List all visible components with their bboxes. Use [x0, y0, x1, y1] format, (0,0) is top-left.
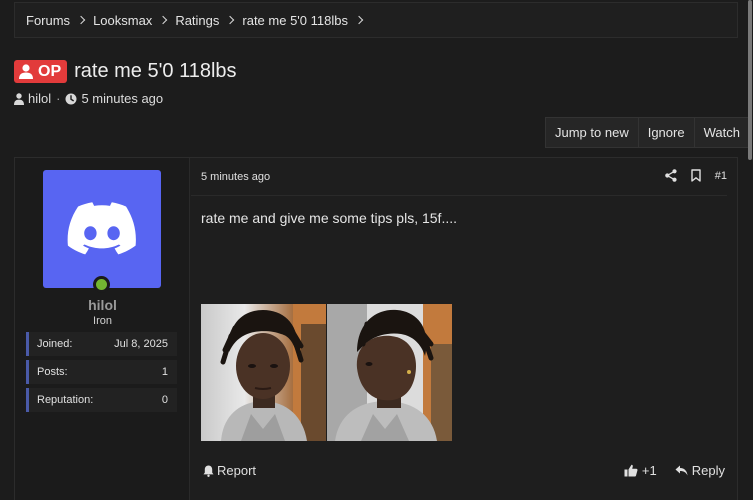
jump-to-new-button[interactable]: Jump to new: [546, 118, 639, 147]
stat-value: 1: [161, 366, 168, 378]
watch-button[interactable]: Watch: [695, 118, 749, 147]
ignore-button[interactable]: Ignore: [639, 118, 695, 147]
post-user-info: hilol Iron Joined: Jul 8, 2025 Posts: 1 …: [15, 158, 190, 500]
like-button[interactable]: +1: [624, 463, 657, 478]
thread-author[interactable]: hilol: [28, 91, 51, 106]
post: hilol Iron Joined: Jul 8, 2025 Posts: 1 …: [14, 157, 738, 500]
reply-icon: [675, 465, 688, 476]
bell-icon: [203, 465, 214, 477]
stat-joined: Joined: Jul 8, 2025: [26, 332, 177, 356]
post-number[interactable]: #1: [715, 170, 727, 182]
stat-label: Joined:: [37, 338, 73, 350]
report-label: Report: [217, 463, 257, 478]
thumbs-up-icon: [624, 464, 638, 477]
op-badge: OP: [14, 60, 68, 83]
stat-value: 0: [161, 394, 168, 406]
chevron-right-icon: [226, 15, 235, 25]
divider: [191, 195, 727, 196]
post-actions: #1: [651, 169, 727, 182]
stat-label: Posts:: [37, 366, 68, 378]
thread-time[interactable]: 5 minutes ago: [81, 91, 163, 106]
page-title: rate me 5'0 118lbs: [74, 60, 237, 82]
reply-label: Reply: [691, 463, 725, 478]
separator: ·: [56, 91, 61, 106]
post-body: rate me and give me some tips pls, 15f..…: [201, 210, 458, 226]
post-date[interactable]: 5 minutes ago: [201, 171, 270, 183]
breadcrumb-forums[interactable]: Forums: [26, 13, 70, 28]
attachment-image-1[interactable]: [201, 304, 326, 441]
stat-posts: Posts: 1: [26, 360, 177, 384]
report-button[interactable]: Report: [203, 463, 256, 478]
username[interactable]: hilol: [15, 297, 190, 313]
discord-icon: [67, 202, 136, 255]
chevron-right-icon: [76, 15, 86, 25]
like-count: +1: [641, 463, 657, 478]
share-icon[interactable]: [664, 169, 677, 182]
breadcrumb: Forums Looksmax Ratings rate me 5'0 118l…: [14, 2, 738, 38]
clock-icon: [65, 93, 77, 104]
stat-reputation: Reputation: 0: [26, 388, 177, 412]
attachment-image-2[interactable]: [327, 304, 452, 441]
user-title: Iron: [93, 315, 112, 327]
thread-meta: hilol · 5 minutes ago: [14, 91, 163, 106]
online-status-indicator: [93, 276, 110, 293]
reply-button[interactable]: Reply: [675, 463, 725, 478]
scrollbar[interactable]: [748, 0, 752, 160]
thread-header: OP rate me 5'0 118lbs: [14, 60, 237, 83]
bookmark-icon[interactable]: [691, 169, 701, 182]
stat-value: Jul 8, 2025: [114, 338, 168, 350]
user-icon: [19, 64, 33, 79]
breadcrumb-ratings[interactable]: Ratings: [175, 13, 219, 28]
breadcrumb-looksmax[interactable]: Looksmax: [93, 13, 152, 28]
stat-label: Reputation:: [37, 394, 94, 406]
chevron-right-icon: [159, 15, 168, 25]
post-footer-actions: +1 Reply: [606, 463, 725, 478]
chevron-right-icon: [354, 15, 364, 25]
op-badge-label: OP: [38, 62, 62, 80]
user-icon: [14, 92, 24, 105]
avatar[interactable]: [43, 170, 161, 288]
breadcrumb-thread[interactable]: rate me 5'0 118lbs: [242, 13, 348, 28]
thread-actions: Jump to new Ignore Watch: [545, 117, 750, 148]
